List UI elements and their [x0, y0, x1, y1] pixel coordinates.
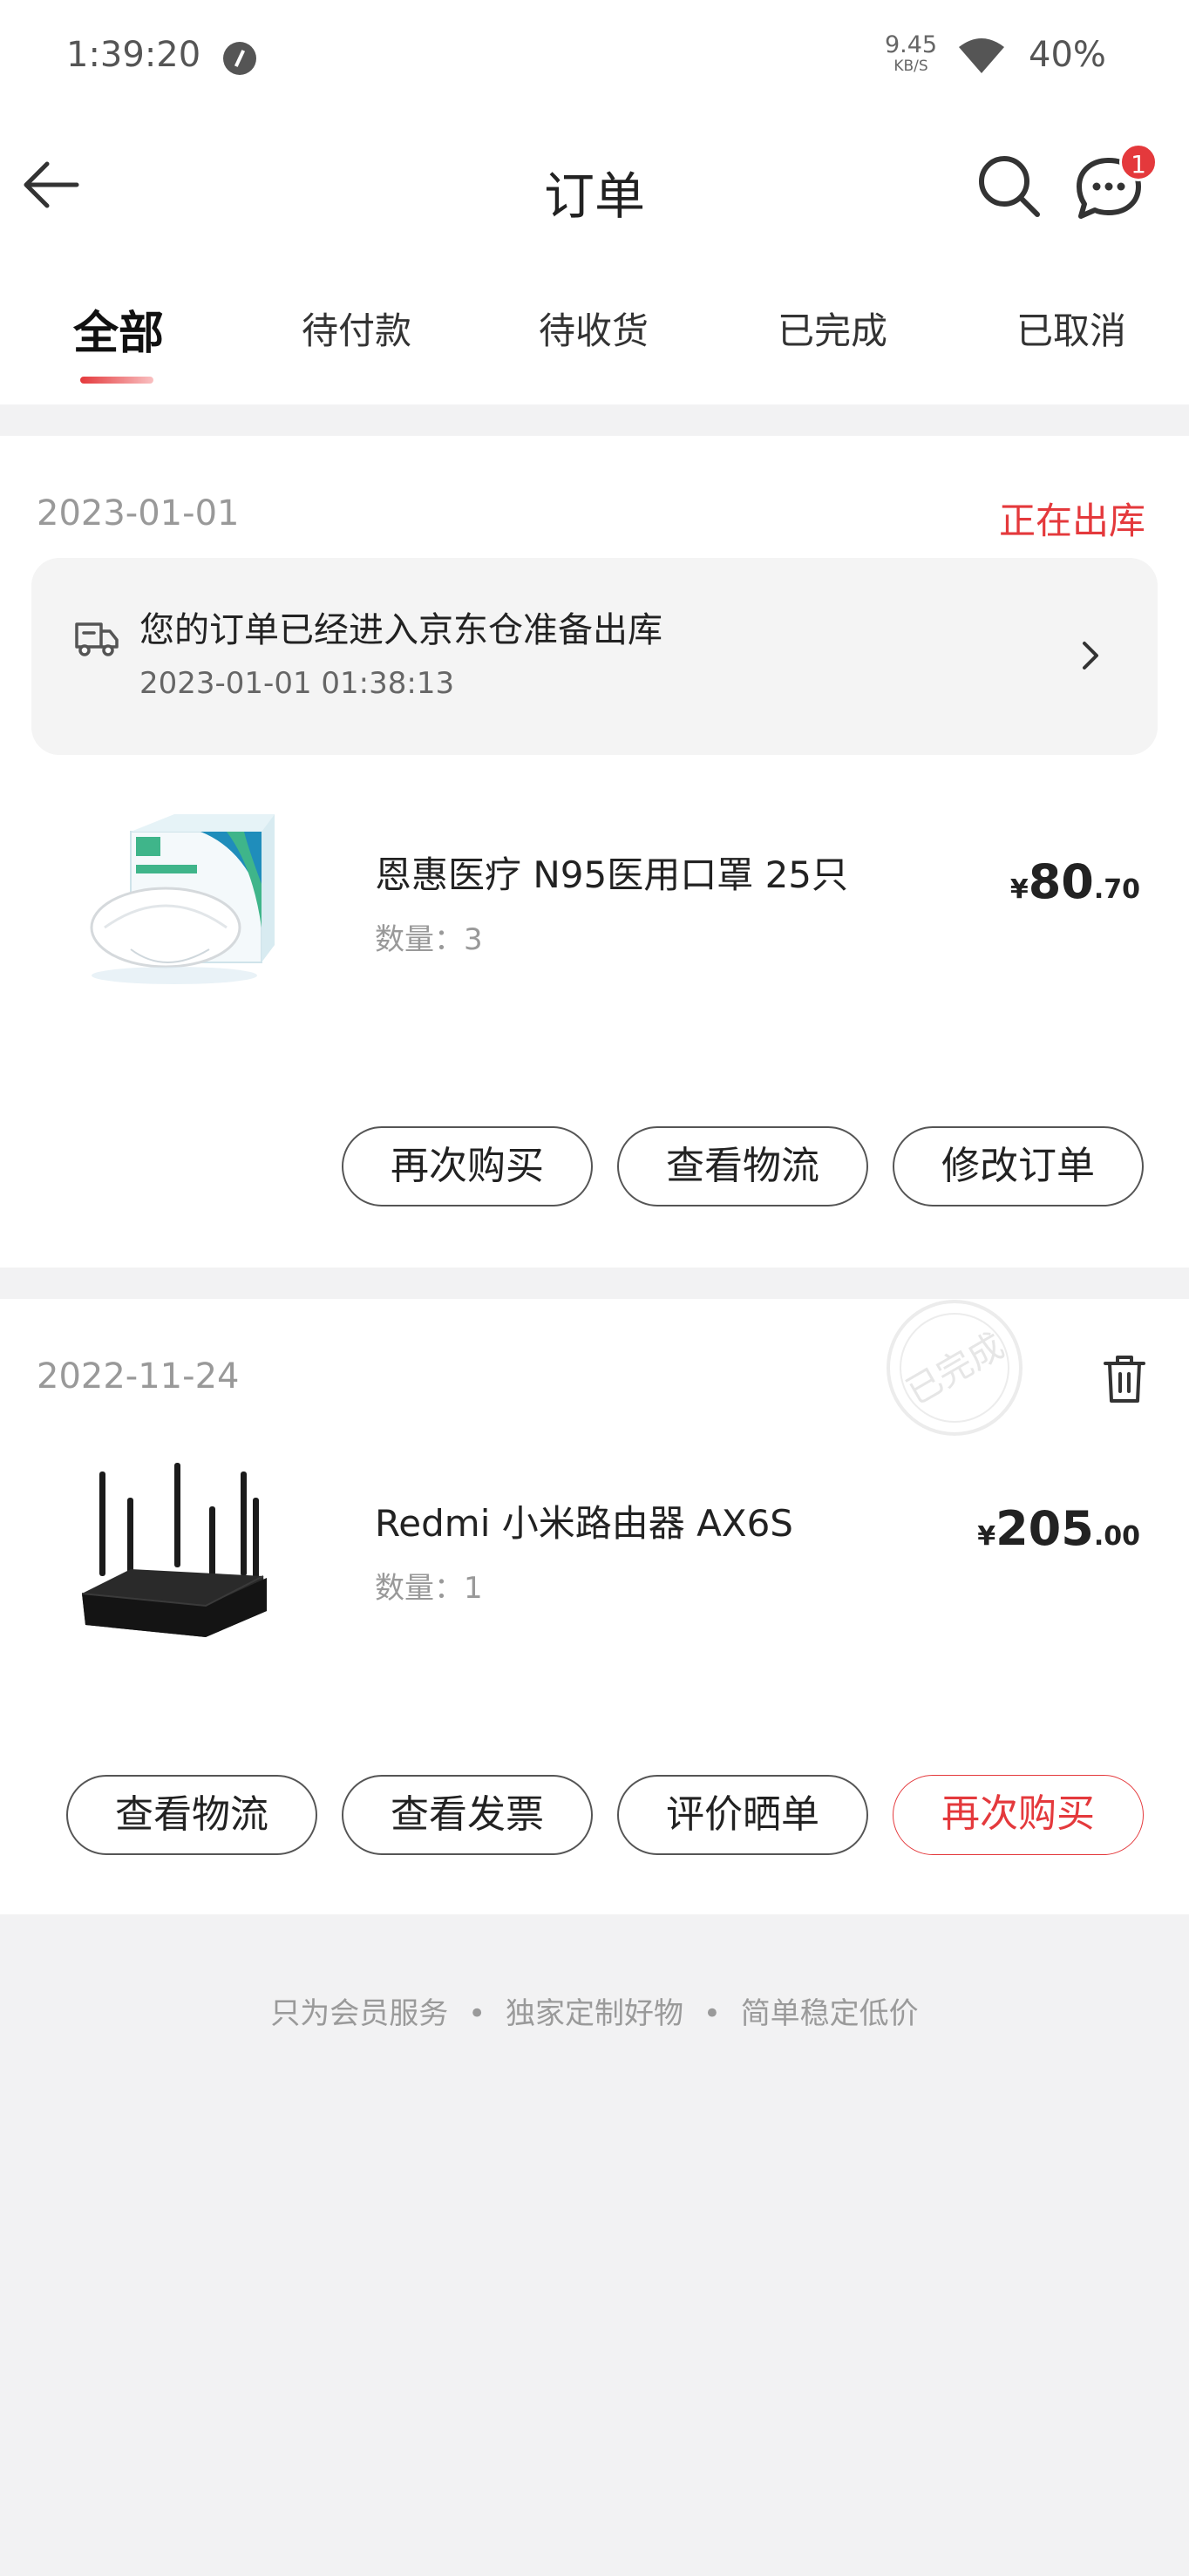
product-name[interactable]: 恩惠医疗 N95医用口罩 25只 [375, 846, 848, 899]
network-speed-value: 9.45 [884, 31, 938, 58]
notification-icon [223, 42, 256, 75]
price-decimal: .00 [1093, 1521, 1140, 1552]
product-quantity: 数量：3 [375, 922, 483, 957]
wifi-icon [959, 38, 1004, 73]
member-slogan: 只为会员服务 • 独家定制好物 • 简单稳定低价 [0, 1989, 1189, 2032]
logistics-message: 您的订单已经进入京东仓准备出库 [139, 610, 662, 650]
view-invoice-button[interactable]: 查看发票 [342, 1775, 593, 1855]
buy-again-button[interactable]: 再次购买 [893, 1775, 1144, 1855]
order-card[interactable]: 2022-11-24 已完成 Redmi 小米路由器 AX6S 数量：1 ¥20… [0, 1299, 1189, 1914]
price-decimal: .70 [1093, 874, 1140, 905]
product-quantity: 数量：1 [375, 1571, 483, 1606]
message-badge: 1 [1119, 143, 1158, 181]
product-price: ¥205.00 [977, 1501, 1140, 1556]
price-currency: ¥ [977, 1521, 996, 1552]
product-image-router[interactable] [70, 1463, 279, 1672]
price-currency: ¥ [1009, 874, 1029, 905]
active-tab-indicator [80, 377, 153, 384]
view-logistics-button[interactable]: 查看物流 [66, 1775, 317, 1855]
product-price: ¥80.70 [1010, 854, 1140, 909]
order-date: 2022-11-24 [37, 1356, 240, 1397]
tab-completed[interactable]: 已完成 [778, 302, 887, 355]
tab-pending-payment[interactable]: 待付款 [302, 302, 411, 355]
logistics-time: 2023-01-01 01:38:13 [139, 666, 455, 701]
view-logistics-button[interactable]: 查看物流 [617, 1126, 868, 1206]
price-integer: 205 [995, 1501, 1094, 1556]
network-speed: 9.45 KB/S [880, 31, 941, 76]
slogan-item: 独家定制好物 [506, 1996, 683, 2031]
modify-order-button[interactable]: 修改订单 [893, 1126, 1144, 1206]
slogan-separator: • [468, 1996, 486, 2031]
delivery-truck-icon [75, 622, 119, 656]
logistics-notice[interactable]: 您的订单已经进入京东仓准备出库 2023-01-01 01:38:13 [31, 558, 1158, 755]
order-card[interactable]: 2023-01-01 正在出库 您的订单已经进入京东仓准备出库 2023-01-… [0, 436, 1189, 1268]
review-order-button[interactable]: 评价晒单 [617, 1775, 868, 1855]
search-icon[interactable] [976, 153, 1043, 220]
delete-trash-icon[interactable] [1102, 1353, 1147, 1405]
slogan-separator: • [703, 1996, 721, 2031]
network-speed-unit: KB/S [893, 58, 928, 75]
battery-level: 40% [1029, 35, 1106, 75]
product-name[interactable]: Redmi 小米路由器 AX6S [375, 1494, 793, 1547]
tab-pending-receipt[interactable]: 待收货 [539, 302, 649, 355]
order-date: 2023-01-01 [37, 493, 240, 534]
tab-all[interactable]: 全部 [73, 296, 164, 362]
slogan-item: 简单稳定低价 [740, 1996, 919, 2031]
order-status: 正在出库 [998, 500, 1145, 542]
price-integer: 80 [1028, 854, 1094, 909]
completed-stamp-text: 已完成 [900, 1326, 1011, 1413]
chevron-right-icon [1083, 642, 1098, 669]
slogan-item: 只为会员服务 [270, 1996, 449, 2031]
product-image-n95-mask[interactable] [70, 797, 279, 1006]
completed-stamp-icon: 已完成 [887, 1300, 1023, 1436]
status-time: 1:39:20 [66, 35, 201, 75]
buy-again-button[interactable]: 再次购买 [342, 1126, 593, 1206]
tab-cancelled[interactable]: 已取消 [1016, 302, 1126, 355]
